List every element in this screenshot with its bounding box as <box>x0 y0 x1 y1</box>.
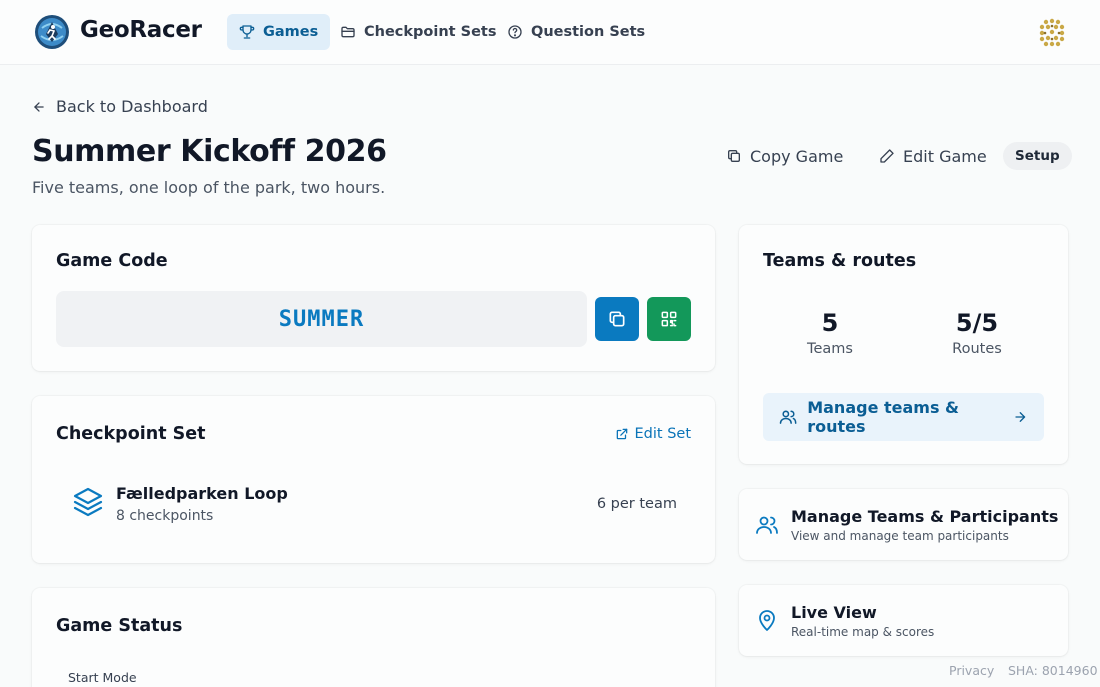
trophy-icon <box>239 25 255 39</box>
qr-code-icon <box>661 311 677 327</box>
manage-participants-subtitle: View and manage team participants <box>791 529 1009 543</box>
nav-item-games[interactable]: Games <box>227 14 331 50</box>
nav-item-checkpoint-sets[interactable]: Checkpoint Sets <box>328 14 509 50</box>
georacer-logo-icon[interactable] <box>34 14 70 50</box>
manage-teams-routes-label: Manage teams & routes <box>807 398 959 436</box>
teams-count: 5 <box>821 309 839 337</box>
start-mode-label: Start Mode <box>68 670 137 685</box>
teams-routes-card: Teams & routes 5 Teams 5/5 Routes Manage… <box>739 225 1068 464</box>
users-icon <box>779 410 797 424</box>
game-code-title: Game Code <box>56 251 168 271</box>
checkpoint-set-card: Checkpoint Set Edit Set Fælledparken Loo… <box>32 396 715 563</box>
help-circle-icon <box>508 25 522 39</box>
arrow-right-icon <box>1015 412 1026 422</box>
game-code-display[interactable]: SUMMER <box>56 291 587 347</box>
external-link-icon <box>616 428 627 440</box>
copy-icon <box>609 311 625 327</box>
qr-code-button[interactable] <box>647 297 691 341</box>
manage-teams-routes-button[interactable]: Manage teams & routes <box>763 393 1044 441</box>
copy-icon <box>728 150 740 162</box>
routes-label: Routes <box>952 341 1002 357</box>
teams-routes-title: Teams & routes <box>763 251 917 271</box>
layers-icon <box>72 486 104 518</box>
top-nav-bar: GeoRacer Games Checkpoint Sets Question … <box>0 0 1100 65</box>
status-badge: Setup <box>1003 142 1072 170</box>
app-name[interactable]: GeoRacer <box>80 17 202 43</box>
copy-code-button[interactable] <box>595 297 639 341</box>
game-status-card: Game Status Start Mode <box>32 588 715 687</box>
page-subtitle: Five teams, one loop of the park, two ho… <box>32 178 386 197</box>
checkpoint-set-title: Checkpoint Set <box>56 424 206 444</box>
manage-participants-card[interactable]: Manage Teams & Participants View and man… <box>739 489 1068 560</box>
copy-game-label: Copy Game <box>750 146 844 166</box>
game-status-title: Game Status <box>56 616 183 636</box>
manage-participants-title: Manage Teams & Participants <box>791 507 1059 526</box>
live-view-title: Live View <box>791 603 877 622</box>
teams-label: Teams <box>807 341 853 357</box>
live-view-card[interactable]: Live View Real-time map & scores <box>739 585 1068 656</box>
edit-game-button[interactable]: Edit Game <box>879 143 987 169</box>
checkpoints-per-team: 6 per team <box>596 496 677 512</box>
checkpoint-set-name: Fælledparken Loop <box>116 484 288 503</box>
edit-set-link[interactable]: Edit Set <box>615 426 692 442</box>
user-avatar[interactable] <box>1034 14 1070 50</box>
nav-item-label: Question Sets <box>531 24 646 40</box>
map-pin-icon <box>755 608 779 632</box>
back-label: Back to Dashboard <box>56 97 208 116</box>
game-code-card: Game Code SUMMER <box>32 225 715 371</box>
pencil-icon <box>880 149 894 163</box>
edit-game-label: Edit Game <box>903 146 987 166</box>
users-icon <box>755 513 779 537</box>
privacy-link[interactable]: Privacy <box>949 663 994 678</box>
nav-item-question-sets[interactable]: Question Sets <box>495 14 657 50</box>
checkpoint-count: 8 checkpoints <box>116 508 214 524</box>
live-view-subtitle: Real-time map & scores <box>791 625 935 639</box>
back-to-dashboard-link[interactable]: Back to Dashboard <box>32 97 208 116</box>
copy-game-button[interactable]: Copy Game <box>726 143 843 169</box>
folder-icon <box>341 26 355 38</box>
nav-item-label: Games <box>263 24 319 40</box>
arrow-left-icon <box>34 101 44 112</box>
routes-count: 5/5 <box>955 309 999 337</box>
edit-set-label: Edit Set <box>634 426 692 442</box>
page-title: Summer Kickoff 2026 <box>32 134 387 169</box>
nav-item-label: Checkpoint Sets <box>364 24 497 40</box>
build-sha: SHA: 8014960 <box>1008 663 1098 678</box>
